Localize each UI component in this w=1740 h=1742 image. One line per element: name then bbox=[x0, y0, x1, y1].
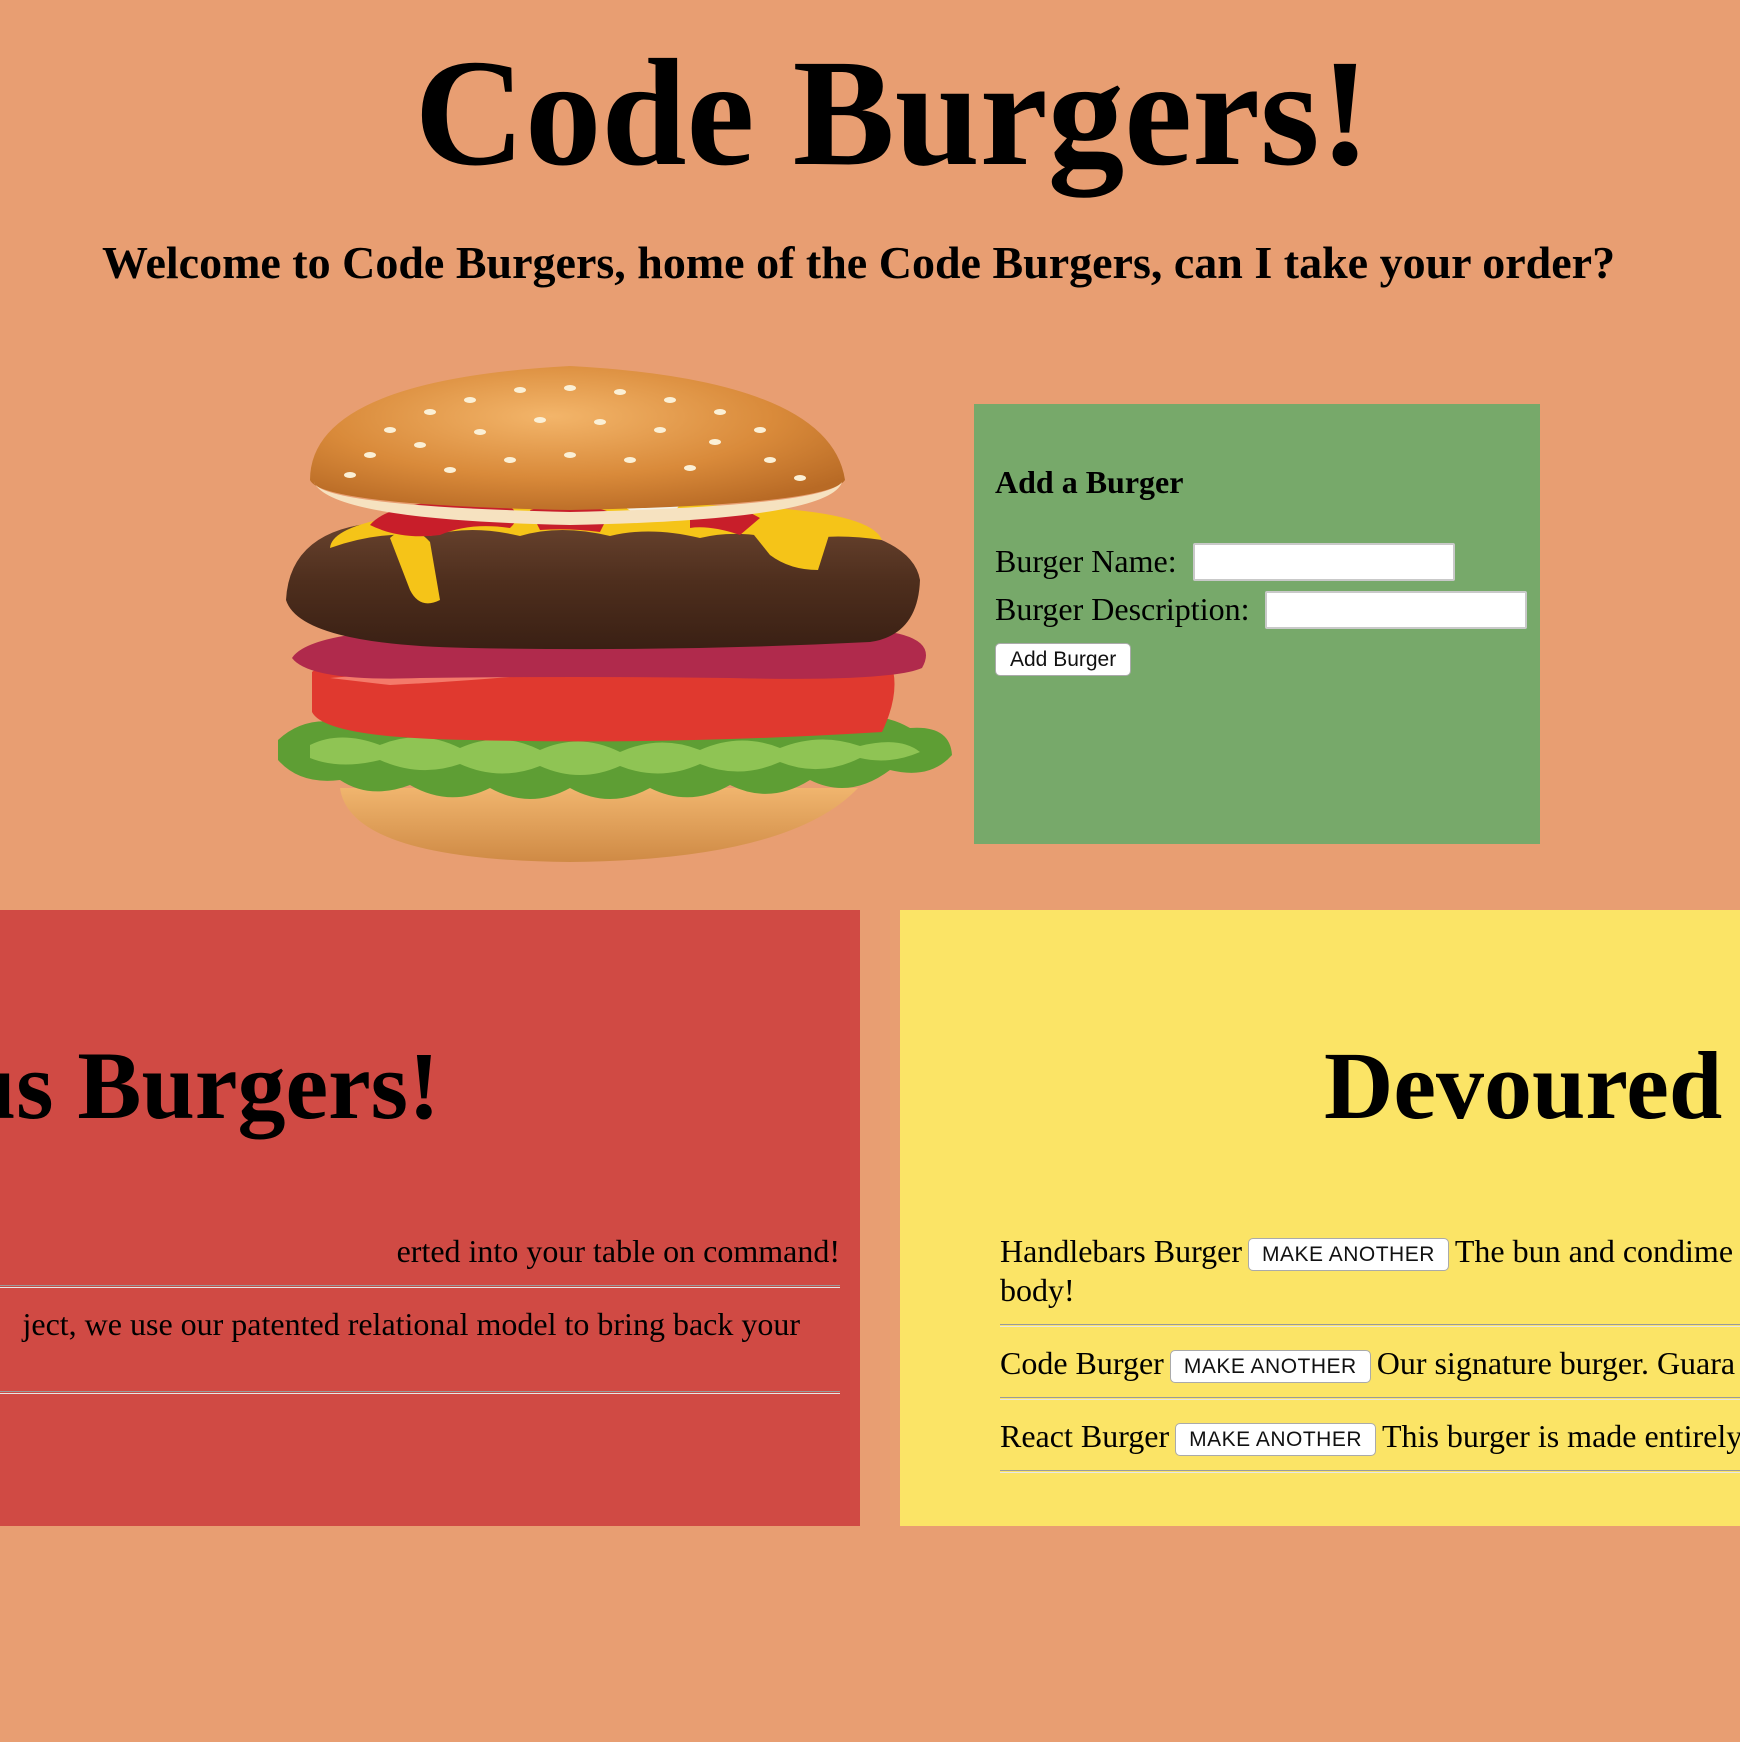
add-burger-button[interactable]: Add Burger bbox=[995, 643, 1132, 676]
add-burger-title: Add a Burger bbox=[995, 464, 1184, 500]
burger-name: Handlebars Burger bbox=[1000, 1233, 1242, 1269]
burger-name-label: Burger Name: bbox=[995, 543, 1177, 580]
burger-description-label: Burger Description: bbox=[995, 591, 1250, 628]
uneaten-heading: us Burgers! bbox=[0, 1032, 440, 1139]
burger-name: Code Burger bbox=[1000, 1345, 1164, 1382]
uneaten-item-text: erted into your table on command! bbox=[396, 1233, 840, 1269]
devoured-burgers-panel: Devoured Handlebars Burger MAKE ANOTHER Th… bbox=[900, 910, 1740, 1526]
uneaten-list: erted into your table on command! ject, … bbox=[0, 1232, 840, 1411]
burger-description: Our signature burger. Guara bbox=[1376, 1345, 1736, 1382]
burger-image bbox=[278, 366, 952, 862]
burger-description-input[interactable] bbox=[1265, 590, 1528, 629]
burger-description-row: Burger Description: bbox=[995, 588, 1528, 629]
list-item: Code Burger MAKE ANOTHER Our signature bur… bbox=[1000, 1344, 1740, 1401]
make-another-button[interactable]: MAKE ANOTHER bbox=[1175, 1423, 1376, 1457]
add-burger-panel: Add a Burger Burger Name: Burger Descrip… bbox=[974, 404, 1540, 844]
uneaten-burgers-panel: us Burgers! erted into your table on com… bbox=[0, 910, 860, 1526]
list-item: Handlebars Burger MAKE ANOTHER The bun and… bbox=[1000, 1232, 1740, 1328]
burger-description: The bun and condime bbox=[1454, 1233, 1734, 1269]
burger-description: This burger is made entirely bbox=[1382, 1418, 1740, 1455]
list-item: erted into your table on command! bbox=[0, 1232, 840, 1288]
list-item: ject, we use our patented relational mod… bbox=[0, 1305, 840, 1394]
burger-name: React Burger bbox=[1000, 1418, 1170, 1455]
list-item: React Burger MAKE ANOTHER This burger is m… bbox=[1000, 1417, 1740, 1474]
page-title: Code Burgers! bbox=[414, 29, 1371, 198]
devoured-list: Handlebars Burger MAKE ANOTHER The bun and… bbox=[1000, 1232, 1740, 1490]
uneaten-item-text: ject, we use our patented relational mod… bbox=[22, 1306, 800, 1342]
make-another-button[interactable]: MAKE ANOTHER bbox=[1169, 1350, 1371, 1384]
devoured-heading: Devoured bbox=[1324, 1032, 1723, 1139]
burger-name-input[interactable] bbox=[1192, 542, 1455, 581]
make-another-button[interactable]: MAKE ANOTHER bbox=[1248, 1238, 1449, 1272]
welcome-text: Welcome to Code Burgers, home of the Cod… bbox=[102, 237, 1616, 288]
burger-name-row: Burger Name: bbox=[995, 540, 1455, 581]
burger-description-cont: body! bbox=[1000, 1272, 1075, 1309]
